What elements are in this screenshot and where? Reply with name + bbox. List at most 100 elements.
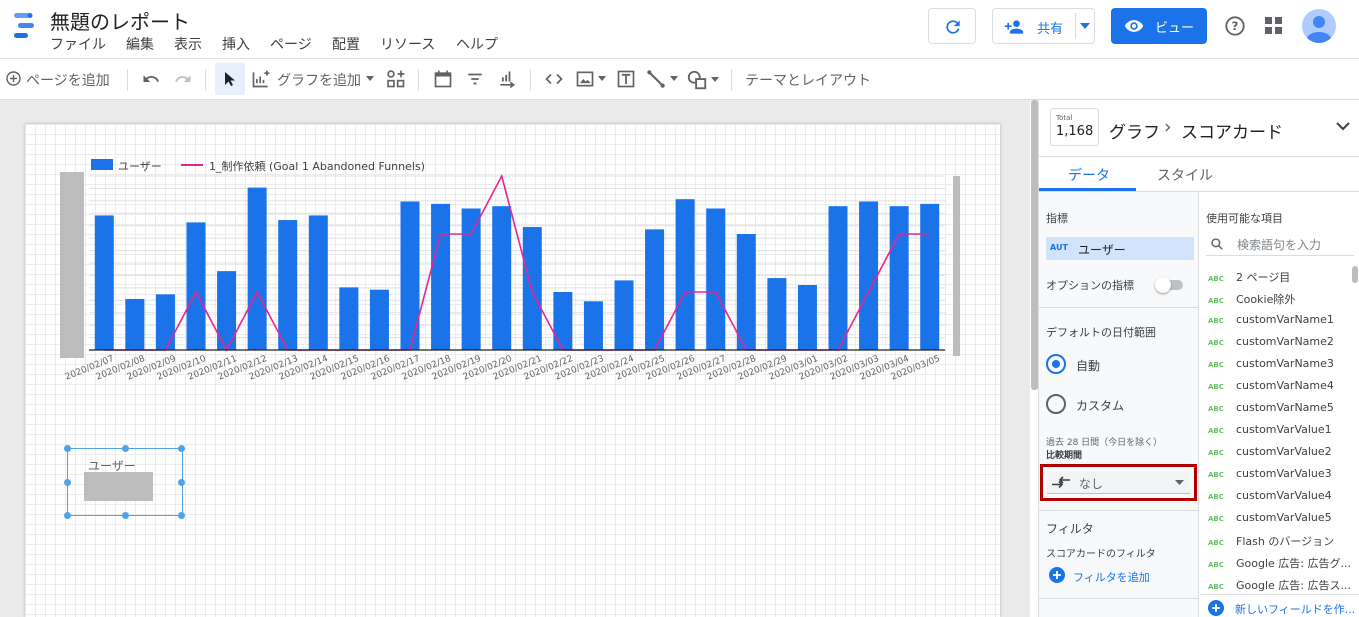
- metric-chip[interactable]: AUT ユーザー: [1046, 237, 1194, 260]
- resize-handle[interactable]: [122, 445, 129, 452]
- redo-icon[interactable]: [173, 70, 193, 88]
- avatar[interactable]: [1302, 9, 1336, 43]
- theme-layout-button[interactable]: テーマとレイアウト: [745, 70, 871, 90]
- refresh-icon: [946, 20, 960, 34]
- image-button[interactable]: [575, 69, 609, 91]
- help-icon[interactable]: ?: [1224, 15, 1246, 37]
- radio-circle: [1046, 354, 1066, 374]
- add-filter-button[interactable]: フィルタを追加: [1049, 567, 1179, 585]
- field-item[interactable]: ABC customVarValue4: [1208, 489, 1353, 502]
- chevron-down-icon: [670, 76, 678, 81]
- toolbar-divider: [731, 69, 732, 91]
- add-circle-icon: [6, 71, 21, 86]
- resize-handle[interactable]: [178, 512, 185, 519]
- field-item[interactable]: ABC customVarValue5: [1208, 511, 1353, 524]
- resize-handle[interactable]: [178, 445, 185, 452]
- field-item[interactable]: ABC customVarName3: [1208, 357, 1353, 370]
- toolbar-divider: [530, 69, 531, 91]
- date-range-heading: デフォルトの日付範囲: [1046, 326, 1156, 339]
- section-divider: [1039, 598, 1199, 599]
- menu-resource[interactable]: リソース: [380, 34, 435, 54]
- resize-handle[interactable]: [64, 445, 71, 452]
- field-item[interactable]: ABC customVarValue1: [1208, 423, 1353, 436]
- field-name: customVarValue1: [1236, 423, 1332, 436]
- chart-type-thumbnail[interactable]: Total 1,168: [1050, 108, 1099, 146]
- share-button[interactable]: 共有: [992, 8, 1095, 44]
- report-title[interactable]: 無題のレポート: [50, 6, 190, 35]
- field-item[interactable]: ABC customVarName5: [1208, 401, 1353, 414]
- text-type-icon: ABC: [1208, 383, 1224, 391]
- add-filter-label: フィルタを追加: [1073, 571, 1150, 584]
- collapse-chevron-icon[interactable]: [1336, 122, 1350, 131]
- text-box-icon[interactable]: [616, 69, 636, 89]
- menu-help[interactable]: ヘルプ: [456, 34, 498, 54]
- resize-handle[interactable]: [64, 479, 71, 486]
- menu-arrange[interactable]: 配置: [332, 34, 360, 54]
- undo-icon[interactable]: [141, 70, 161, 88]
- chevron-down-icon[interactable]: [1080, 23, 1090, 29]
- filter-icon[interactable]: [465, 70, 485, 88]
- field-name: customVarName4: [1236, 379, 1334, 392]
- tab-data[interactable]: データ: [1068, 165, 1110, 185]
- field-item[interactable]: ABC customVarValue2: [1208, 445, 1353, 458]
- menu-page[interactable]: ページ: [270, 34, 312, 54]
- field-name: Flash のバージョン: [1236, 535, 1335, 548]
- toggle-knob: [1155, 277, 1171, 293]
- refresh-button[interactable]: [928, 8, 976, 44]
- cursor-arrow-icon: [225, 72, 235, 86]
- add-page-button[interactable]: ページを追加: [6, 59, 116, 99]
- shape-button[interactable]: [686, 69, 720, 91]
- scorecard-component[interactable]: ユーザー: [64, 445, 185, 519]
- field-item[interactable]: ABC customVarValue3: [1208, 467, 1353, 480]
- select-tool-button[interactable]: [215, 63, 245, 95]
- tab-style[interactable]: スタイル: [1157, 165, 1213, 185]
- calendar-icon[interactable]: [433, 69, 453, 89]
- text-type-icon: ABC: [1208, 339, 1224, 347]
- field-item[interactable]: ABC Cookie除外: [1208, 291, 1353, 307]
- field-item[interactable]: ABC Google 広告: 広告グ...: [1208, 555, 1353, 571]
- thumbnail-total-label: Total: [1056, 114, 1073, 122]
- search-icon: [1211, 238, 1223, 250]
- field-item[interactable]: ABC customVarName4: [1208, 379, 1353, 392]
- field-name: customVarValue3: [1236, 467, 1332, 480]
- view-button[interactable]: ビュー: [1111, 8, 1207, 44]
- embed-code-icon[interactable]: [543, 70, 565, 88]
- optional-metrics-toggle[interactable]: [1155, 277, 1183, 293]
- add-chart-button[interactable]: グラフを追加: [251, 59, 376, 99]
- filter-heading: フィルタ: [1046, 522, 1094, 536]
- field-name: Google 広告: 広告ス...: [1236, 579, 1351, 592]
- field-item[interactable]: ABC customVarName1: [1208, 313, 1353, 326]
- menu-file[interactable]: ファイル: [50, 34, 106, 54]
- add-control-icon[interactable]: [386, 69, 406, 89]
- report-canvas[interactable]: ユーザー 1_制作依頼 (Goal 1 Abandoned Funnels) 2…: [25, 124, 1000, 617]
- menu-insert[interactable]: 挿入: [222, 34, 250, 54]
- chevron-down-icon: [598, 76, 606, 81]
- resize-handle[interactable]: [64, 512, 71, 519]
- line-button[interactable]: [646, 69, 680, 91]
- text-type-icon: ABC: [1208, 427, 1224, 435]
- data-control-icon[interactable]: [497, 69, 517, 89]
- field-item[interactable]: ABC Google 広告: 広告ス...: [1208, 577, 1353, 593]
- resize-handle[interactable]: [178, 479, 185, 486]
- new-field-button[interactable]: 新しいフィールドを作...: [1200, 594, 1359, 617]
- dropdown-arrow-icon: [1175, 480, 1184, 485]
- radio-auto[interactable]: 自動: [1046, 354, 1166, 376]
- text-type-icon: ABC: [1208, 297, 1224, 305]
- menu-edit[interactable]: 編集: [126, 34, 154, 54]
- comparison-period-select[interactable]: なし: [1047, 471, 1190, 494]
- svg-text:?: ?: [1232, 19, 1239, 33]
- report-workspace: ユーザー 1_制作依頼 (Goal 1 Abandoned Funnels) 2…: [0, 100, 1038, 617]
- radio-custom[interactable]: カスタム: [1046, 394, 1166, 416]
- field-item[interactable]: ABC Flash のバージョン: [1208, 533, 1353, 549]
- thumbnail-total-value: 1,168: [1056, 124, 1094, 139]
- field-item[interactable]: ABC customVarName2: [1208, 335, 1353, 348]
- field-search[interactable]: 検索語句を入力: [1206, 232, 1354, 256]
- resize-handle[interactable]: [122, 512, 129, 519]
- menu-view[interactable]: 表示: [174, 34, 202, 54]
- workspace-scrollbar[interactable]: [1031, 100, 1038, 390]
- app-header: 無題のレポート ファイル 編集 表示 挿入 ページ 配置 リソース ヘルプ 共有…: [0, 0, 1359, 58]
- date-range-hint: 過去 28 日間（今日を除く）: [1046, 438, 1163, 448]
- breadcrumb-chart: グラフ: [1109, 123, 1160, 143]
- field-item[interactable]: ABC 2 ページ目: [1208, 269, 1353, 285]
- apps-grid-icon[interactable]: [1265, 17, 1283, 35]
